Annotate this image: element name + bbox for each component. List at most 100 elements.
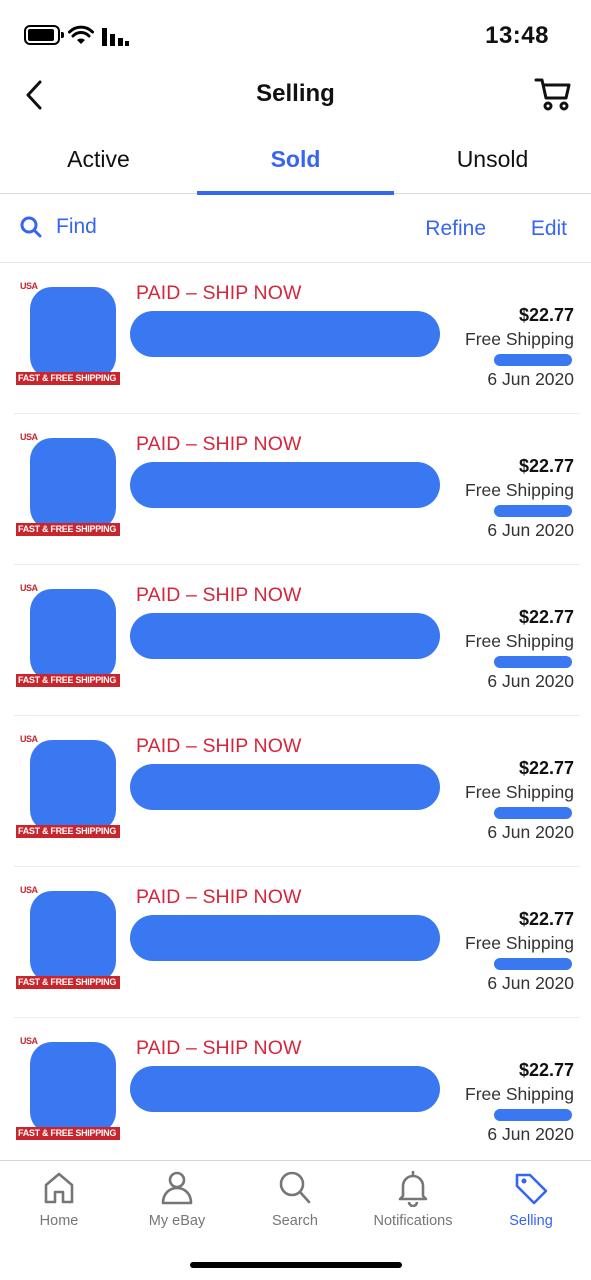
item-price: $22.77 bbox=[518, 758, 574, 778]
redacted-id bbox=[494, 958, 572, 970]
redacted-title bbox=[130, 915, 440, 961]
find-label: Find bbox=[56, 215, 97, 238]
item-shipping: Free Shipping bbox=[465, 933, 574, 953]
fast-shipping-badge: FAST & FREE SHIPPING bbox=[16, 372, 120, 385]
item-status: PAID – SHIP NOW bbox=[136, 1037, 302, 1059]
search-icon bbox=[20, 216, 42, 238]
home-indicator bbox=[190, 1262, 402, 1268]
item-thumbnail: USA FAST & FREE SHIPPING bbox=[16, 1036, 120, 1140]
fast-shipping-badge: FAST & FREE SHIPPING bbox=[16, 825, 120, 838]
item-status: PAID – SHIP NOW bbox=[136, 282, 302, 304]
status-icons bbox=[24, 22, 130, 48]
item-date: 6 Jun 2020 bbox=[487, 822, 574, 842]
bottom-tab-label: My eBay bbox=[148, 1213, 206, 1229]
redaction bbox=[30, 1042, 116, 1134]
bell-icon bbox=[398, 1170, 428, 1207]
tag-icon bbox=[515, 1173, 548, 1205]
item-date: 6 Jun 2020 bbox=[487, 520, 574, 540]
cart-button[interactable] bbox=[533, 72, 573, 116]
usa-badge: USA bbox=[20, 432, 38, 442]
usa-badge: USA bbox=[20, 885, 38, 895]
item-date: 6 Jun 2020 bbox=[487, 671, 574, 691]
search-icon bbox=[279, 1171, 311, 1204]
tab-active[interactable]: Active bbox=[0, 130, 197, 193]
item-date: 6 Jun 2020 bbox=[487, 973, 574, 993]
redacted-id bbox=[494, 505, 572, 517]
find-button[interactable]: Find bbox=[20, 215, 97, 239]
bottom-tab-label: Selling bbox=[509, 1213, 553, 1229]
selling-screen: 13:48 Selling Active Sold Unsold Find Re… bbox=[0, 0, 591, 1280]
fast-shipping-badge: FAST & FREE SHIPPING bbox=[16, 674, 120, 687]
item-status: PAID – SHIP NOW bbox=[136, 433, 302, 455]
edit-button[interactable]: Edit bbox=[531, 217, 567, 241]
selling-tabs: Active Sold Unsold bbox=[0, 130, 591, 195]
item-price: $22.77 bbox=[518, 607, 574, 627]
list-item[interactable]: USA FAST & FREE SHIPPING PAID – SHIP NOW… bbox=[14, 263, 580, 414]
home-icon bbox=[44, 1172, 74, 1204]
redaction bbox=[30, 438, 116, 530]
sold-list: USA FAST & FREE SHIPPING PAID – SHIP NOW… bbox=[0, 263, 591, 1169]
bottom-tab-my-ebay[interactable]: My eBay bbox=[118, 1169, 236, 1229]
item-thumbnail: USA FAST & FREE SHIPPING bbox=[16, 885, 120, 989]
redacted-id bbox=[494, 807, 572, 819]
item-price: $22.77 bbox=[518, 305, 574, 325]
item-thumbnail: USA FAST & FREE SHIPPING bbox=[16, 734, 120, 838]
usa-badge: USA bbox=[20, 281, 38, 291]
item-price: $22.77 bbox=[518, 909, 574, 929]
clock: 13:48 bbox=[485, 22, 549, 49]
item-date: 6 Jun 2020 bbox=[487, 1124, 574, 1144]
fast-shipping-badge: FAST & FREE SHIPPING bbox=[16, 523, 120, 536]
item-shipping: Free Shipping bbox=[465, 631, 574, 651]
bottom-tab-selling[interactable]: Selling bbox=[472, 1169, 590, 1229]
list-item[interactable]: USA FAST & FREE SHIPPING PAID – SHIP NOW… bbox=[14, 867, 580, 1018]
list-item[interactable]: USA FAST & FREE SHIPPING PAID – SHIP NOW… bbox=[14, 414, 580, 565]
bottom-tab-label: Home bbox=[39, 1213, 79, 1229]
bottom-tab-home[interactable]: Home bbox=[0, 1169, 118, 1229]
wifi-icon bbox=[68, 25, 94, 44]
usa-badge: USA bbox=[20, 583, 38, 593]
status-bar: 13:48 bbox=[0, 0, 591, 70]
fast-shipping-badge: FAST & FREE SHIPPING bbox=[16, 1127, 120, 1140]
list-item[interactable]: USA FAST & FREE SHIPPING PAID – SHIP NOW… bbox=[14, 716, 580, 867]
page-title: Selling bbox=[256, 80, 335, 107]
bottom-tab-label: Search bbox=[272, 1213, 318, 1229]
refine-button[interactable]: Refine bbox=[425, 217, 486, 241]
toolbar: Find Refine Edit bbox=[0, 195, 591, 263]
bottom-tab-notifications[interactable]: Notifications bbox=[354, 1169, 472, 1229]
item-shipping: Free Shipping bbox=[465, 480, 574, 500]
item-shipping: Free Shipping bbox=[465, 329, 574, 349]
person-icon bbox=[161, 1171, 193, 1205]
redacted-title bbox=[130, 1066, 440, 1112]
redacted-id bbox=[494, 354, 572, 366]
item-date: 6 Jun 2020 bbox=[487, 369, 574, 389]
redacted-title bbox=[130, 764, 440, 810]
item-shipping: Free Shipping bbox=[465, 782, 574, 802]
usa-badge: USA bbox=[20, 1036, 38, 1046]
cart-icon bbox=[534, 78, 571, 111]
redaction bbox=[30, 287, 116, 379]
item-shipping: Free Shipping bbox=[465, 1084, 574, 1104]
item-price: $22.77 bbox=[518, 456, 574, 476]
item-thumbnail: USA FAST & FREE SHIPPING bbox=[16, 281, 120, 385]
redacted-title bbox=[130, 462, 440, 508]
bottom-tab-label: Notifications bbox=[373, 1213, 453, 1229]
usa-badge: USA bbox=[20, 734, 38, 744]
redacted-title bbox=[130, 613, 440, 659]
item-price: $22.77 bbox=[518, 1060, 574, 1080]
battery-icon bbox=[24, 25, 64, 45]
signal-icon bbox=[102, 28, 129, 46]
tab-unsold[interactable]: Unsold bbox=[394, 130, 591, 193]
redacted-id bbox=[494, 1109, 572, 1121]
item-status: PAID – SHIP NOW bbox=[136, 886, 302, 908]
nav-bar: Selling bbox=[0, 70, 591, 120]
redaction bbox=[30, 589, 116, 681]
item-status: PAID – SHIP NOW bbox=[136, 584, 302, 606]
bottom-tab-search[interactable]: Search bbox=[236, 1169, 354, 1229]
list-item[interactable]: USA FAST & FREE SHIPPING PAID – SHIP NOW… bbox=[14, 1018, 580, 1169]
item-thumbnail: USA FAST & FREE SHIPPING bbox=[16, 583, 120, 687]
redaction bbox=[30, 891, 116, 983]
list-item[interactable]: USA FAST & FREE SHIPPING PAID – SHIP NOW… bbox=[14, 565, 580, 716]
tab-sold[interactable]: Sold bbox=[197, 130, 394, 195]
redaction bbox=[30, 740, 116, 832]
redacted-title bbox=[130, 311, 440, 357]
